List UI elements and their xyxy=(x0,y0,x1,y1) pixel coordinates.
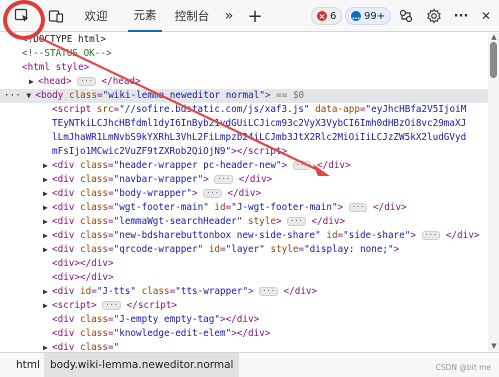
collapsed-ellipsis[interactable]: ··· xyxy=(77,77,96,86)
collapsed-ellipsis[interactable]: ··· xyxy=(214,175,234,184)
more-options-button[interactable]: ··· xyxy=(450,0,472,32)
add-icon: + xyxy=(247,5,263,27)
div-line[interactable]: ▶ <div class="lemmaWgt-searchHeader" styl… xyxy=(0,215,488,229)
doctype-line[interactable]: <!DOCTYPE html> xyxy=(0,33,488,47)
div-empty-line[interactable]: <div></div> xyxy=(0,257,488,271)
breadcrumb-item-html[interactable]: html xyxy=(10,353,46,377)
head-tag: head xyxy=(43,76,66,87)
add-tab-button[interactable]: + xyxy=(245,0,265,32)
script-line-cont[interactable]: TEyNTkiLCJhcHBfdml1dyI6InByb21vdGUiLCJic… xyxy=(0,117,488,131)
settings-button[interactable] xyxy=(422,0,446,32)
info-badge[interactable]: … 99+ xyxy=(345,7,392,25)
expand-triangle-icon[interactable]: ▶ xyxy=(43,215,52,229)
devtools-toolbar: 欢迎 元素 控制台 » + × 6 … 99+ ··· ✕ xyxy=(0,0,499,32)
body-class-value: wiki-lemma neweditor normal xyxy=(108,90,260,101)
info-count: 99+ xyxy=(364,10,386,22)
expand-triangle-icon[interactable]: ▶ xyxy=(43,173,52,187)
scrollbar-thumb[interactable] xyxy=(490,42,497,78)
div-empty-line[interactable]: <div></div> xyxy=(0,271,488,285)
expand-triangle-icon[interactable]: ▶ xyxy=(43,201,52,215)
gear-icon xyxy=(427,8,441,24)
script-line[interactable]: <script src="//sofire.bdstatic.com/js/xa… xyxy=(0,103,488,117)
expand-triangle-icon[interactable]: ▶ xyxy=(43,159,52,173)
tab-welcome[interactable]: 欢迎 xyxy=(80,0,112,32)
more-tabs-button[interactable]: » xyxy=(220,0,238,32)
more-tabs-icon: » xyxy=(224,8,234,24)
tab-console-label: 控制台 xyxy=(174,9,210,23)
expand-triangle-icon[interactable]: ▶ xyxy=(43,341,52,351)
annotation-circle xyxy=(3,0,45,40)
error-count: 6 xyxy=(330,10,337,22)
html-tag: <html style> xyxy=(22,62,90,73)
script-collapsed-line[interactable]: ▶ <script> ··· </script> xyxy=(0,299,488,313)
error-icon: × xyxy=(317,11,327,21)
device-toggle-icon xyxy=(48,10,64,23)
comment-line[interactable]: <!--STATUS OK--> xyxy=(0,47,488,61)
scroll-up-icon[interactable]: ▲ xyxy=(490,34,498,41)
tab-welcome-label: 欢迎 xyxy=(84,9,108,23)
message-icon: … xyxy=(351,11,361,21)
expand-triangle-icon[interactable]: ▶ xyxy=(29,75,38,89)
close-devtools-button[interactable]: ✕ xyxy=(476,0,496,32)
collapsed-ellipsis[interactable]: ··· xyxy=(102,301,122,310)
connections-button[interactable] xyxy=(394,0,418,32)
tab-console[interactable]: 控制台 xyxy=(170,0,214,32)
script-app-value-1: eyJhcHBfa2V5IjoiM xyxy=(371,104,467,115)
div-line[interactable]: ▶ <div class="wgt-footer-main" id="J-wgt-… xyxy=(0,201,488,215)
selected-marker: == $0 xyxy=(276,90,305,101)
breadcrumb: html body.wiki-lemma.neweditor.normal xyxy=(0,352,499,377)
expand-triangle-icon[interactable]: ▶ xyxy=(43,187,52,201)
script-line-cont[interactable]: lLmJhaWR1LmNvbS9kYXRhL3VhL2FiLmpzb24iLCJ… xyxy=(0,131,488,145)
script-line-cont[interactable]: mFsIjo1MCwic2VuZF9tZXRob2QiOjN9"></scrip… xyxy=(0,145,488,159)
device-emulation-button[interactable] xyxy=(44,0,68,32)
div-line[interactable]: ▶ <div id="J-tts" class="tts-wrapper"> ··… xyxy=(0,285,488,299)
close-icon: ✕ xyxy=(480,9,492,23)
comment-text: <!--STATUS OK--> xyxy=(22,48,112,59)
div-line[interactable]: ▶ <div class="navbar-wrapper"> ··· </div> xyxy=(0,173,488,187)
dom-tree: <!DOCTYPE html> <!--STATUS OK--> <html s… xyxy=(0,33,488,351)
div-line[interactable]: <div class="J-empty empty-tag"></div> xyxy=(0,313,488,327)
script-app-value-4: mFsIjo1MCwic2VuZF9tZXRob2QiOjN9 xyxy=(52,146,226,157)
div-line[interactable]: ▶ <div class=" xyxy=(0,341,488,351)
watermark: CSDN @bit me xyxy=(435,363,491,372)
collapsed-ellipsis[interactable]: ··· xyxy=(421,231,441,240)
script-app-value-3: lLmJhaWR1LmNvbS9kYXRhL3VhL2FiLmpzb24iLCJ… xyxy=(52,132,467,143)
tab-elements-label: 元素 xyxy=(133,8,157,22)
collapsed-ellipsis[interactable]: ··· xyxy=(259,287,278,296)
tab-elements[interactable]: 元素 xyxy=(128,0,162,32)
collapsed-ellipsis[interactable]: ··· xyxy=(292,161,312,170)
script-app-value-2: TEyNTkiLCJhcHBfdml1dyI6InByb21vdGUiLCJic… xyxy=(52,118,467,129)
html-line[interactable]: <html style> xyxy=(0,61,488,75)
div-line[interactable]: <div class="knowledge-edit-elem"></div> xyxy=(0,327,488,341)
collapsed-ellipsis[interactable]: ··· xyxy=(348,203,368,212)
expand-triangle-icon[interactable]: ▶ xyxy=(43,229,52,243)
error-badge[interactable]: × 6 xyxy=(311,7,343,25)
expand-triangle-icon[interactable]: ▶ xyxy=(43,243,52,257)
scroll-down-icon[interactable]: ▼ xyxy=(490,343,498,350)
breadcrumb-item-body[interactable]: body.wiki-lemma.neweditor.normal xyxy=(44,353,240,377)
div-line[interactable]: ▶ <div class="body-wrapper"> ··· </div> xyxy=(0,187,488,201)
collapsed-ellipsis[interactable]: ··· xyxy=(203,189,222,198)
expand-triangle-icon[interactable]: ▶ xyxy=(43,285,52,299)
div-line[interactable]: ▶ <div class="header-wrapper pc-header-ne… xyxy=(0,159,488,173)
div-line[interactable]: ▶ <div class="new-bdsharebuttonbox new-si… xyxy=(0,229,488,243)
more-options-icon: ··· xyxy=(453,8,469,24)
script-src-value: //sofire.bdstatic.com/js/xaf3.js xyxy=(124,104,304,115)
body-line-selected[interactable]: ··· ▼ <body class="wiki-lemma neweditor n… xyxy=(0,89,488,103)
collapsed-ellipsis[interactable]: ··· xyxy=(287,217,306,226)
vertical-scrollbar[interactable] xyxy=(488,33,499,351)
expand-triangle-icon[interactable]: ▶ xyxy=(43,299,52,313)
head-line[interactable]: ▶ <head> ··· </head> xyxy=(0,75,488,89)
div-line[interactable]: ▶ <div class="qrcode-wrapper" id="layer" … xyxy=(0,243,488,257)
connections-icon xyxy=(399,9,413,23)
